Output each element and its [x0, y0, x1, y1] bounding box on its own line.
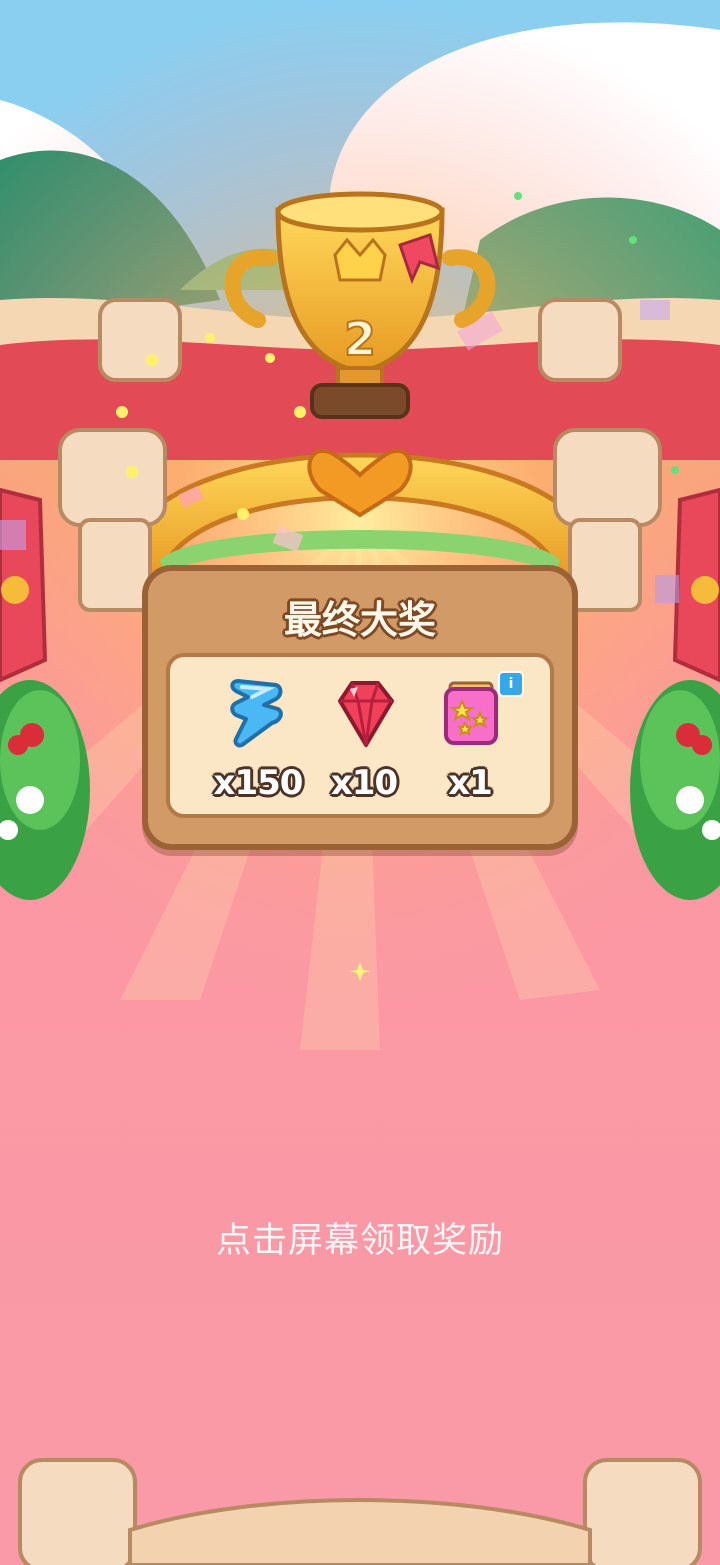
reward-count: x150 [213, 763, 304, 803]
energy-bolt-icon [230, 679, 283, 748]
tap-to-claim-prompt[interactable]: 点击屏幕领取奖励 [0, 1212, 720, 1263]
reward-count: x1 [448, 763, 493, 803]
panel-title: 最终大奖 [283, 598, 436, 642]
reward-item-energy[interactable]: x150 [208, 675, 308, 805]
pillar-cap [98, 298, 182, 382]
final-prize-panel: 最终大奖 x150 x10 i x1 [142, 565, 578, 850]
pillar-cap [18, 1458, 137, 1565]
reward-item-ruby[interactable]: x10 [314, 675, 414, 805]
reward-count: x10 [330, 763, 398, 803]
ruby-gem-icon [338, 681, 394, 747]
star-ticket-icon [444, 681, 498, 745]
info-badge[interactable]: i [498, 671, 524, 697]
reward-item-star-ticket[interactable]: i x1 [420, 671, 524, 805]
pillar-cap [583, 1458, 702, 1565]
reward-box: x150 x10 i x1 [166, 653, 554, 818]
version-label: 1.0.1.4.5 [584, 30, 686, 50]
pillar-cap [538, 298, 622, 382]
pillar-cap [58, 428, 167, 527]
pillar-cap [553, 428, 662, 527]
trophy-rank: 2 [344, 312, 376, 366]
